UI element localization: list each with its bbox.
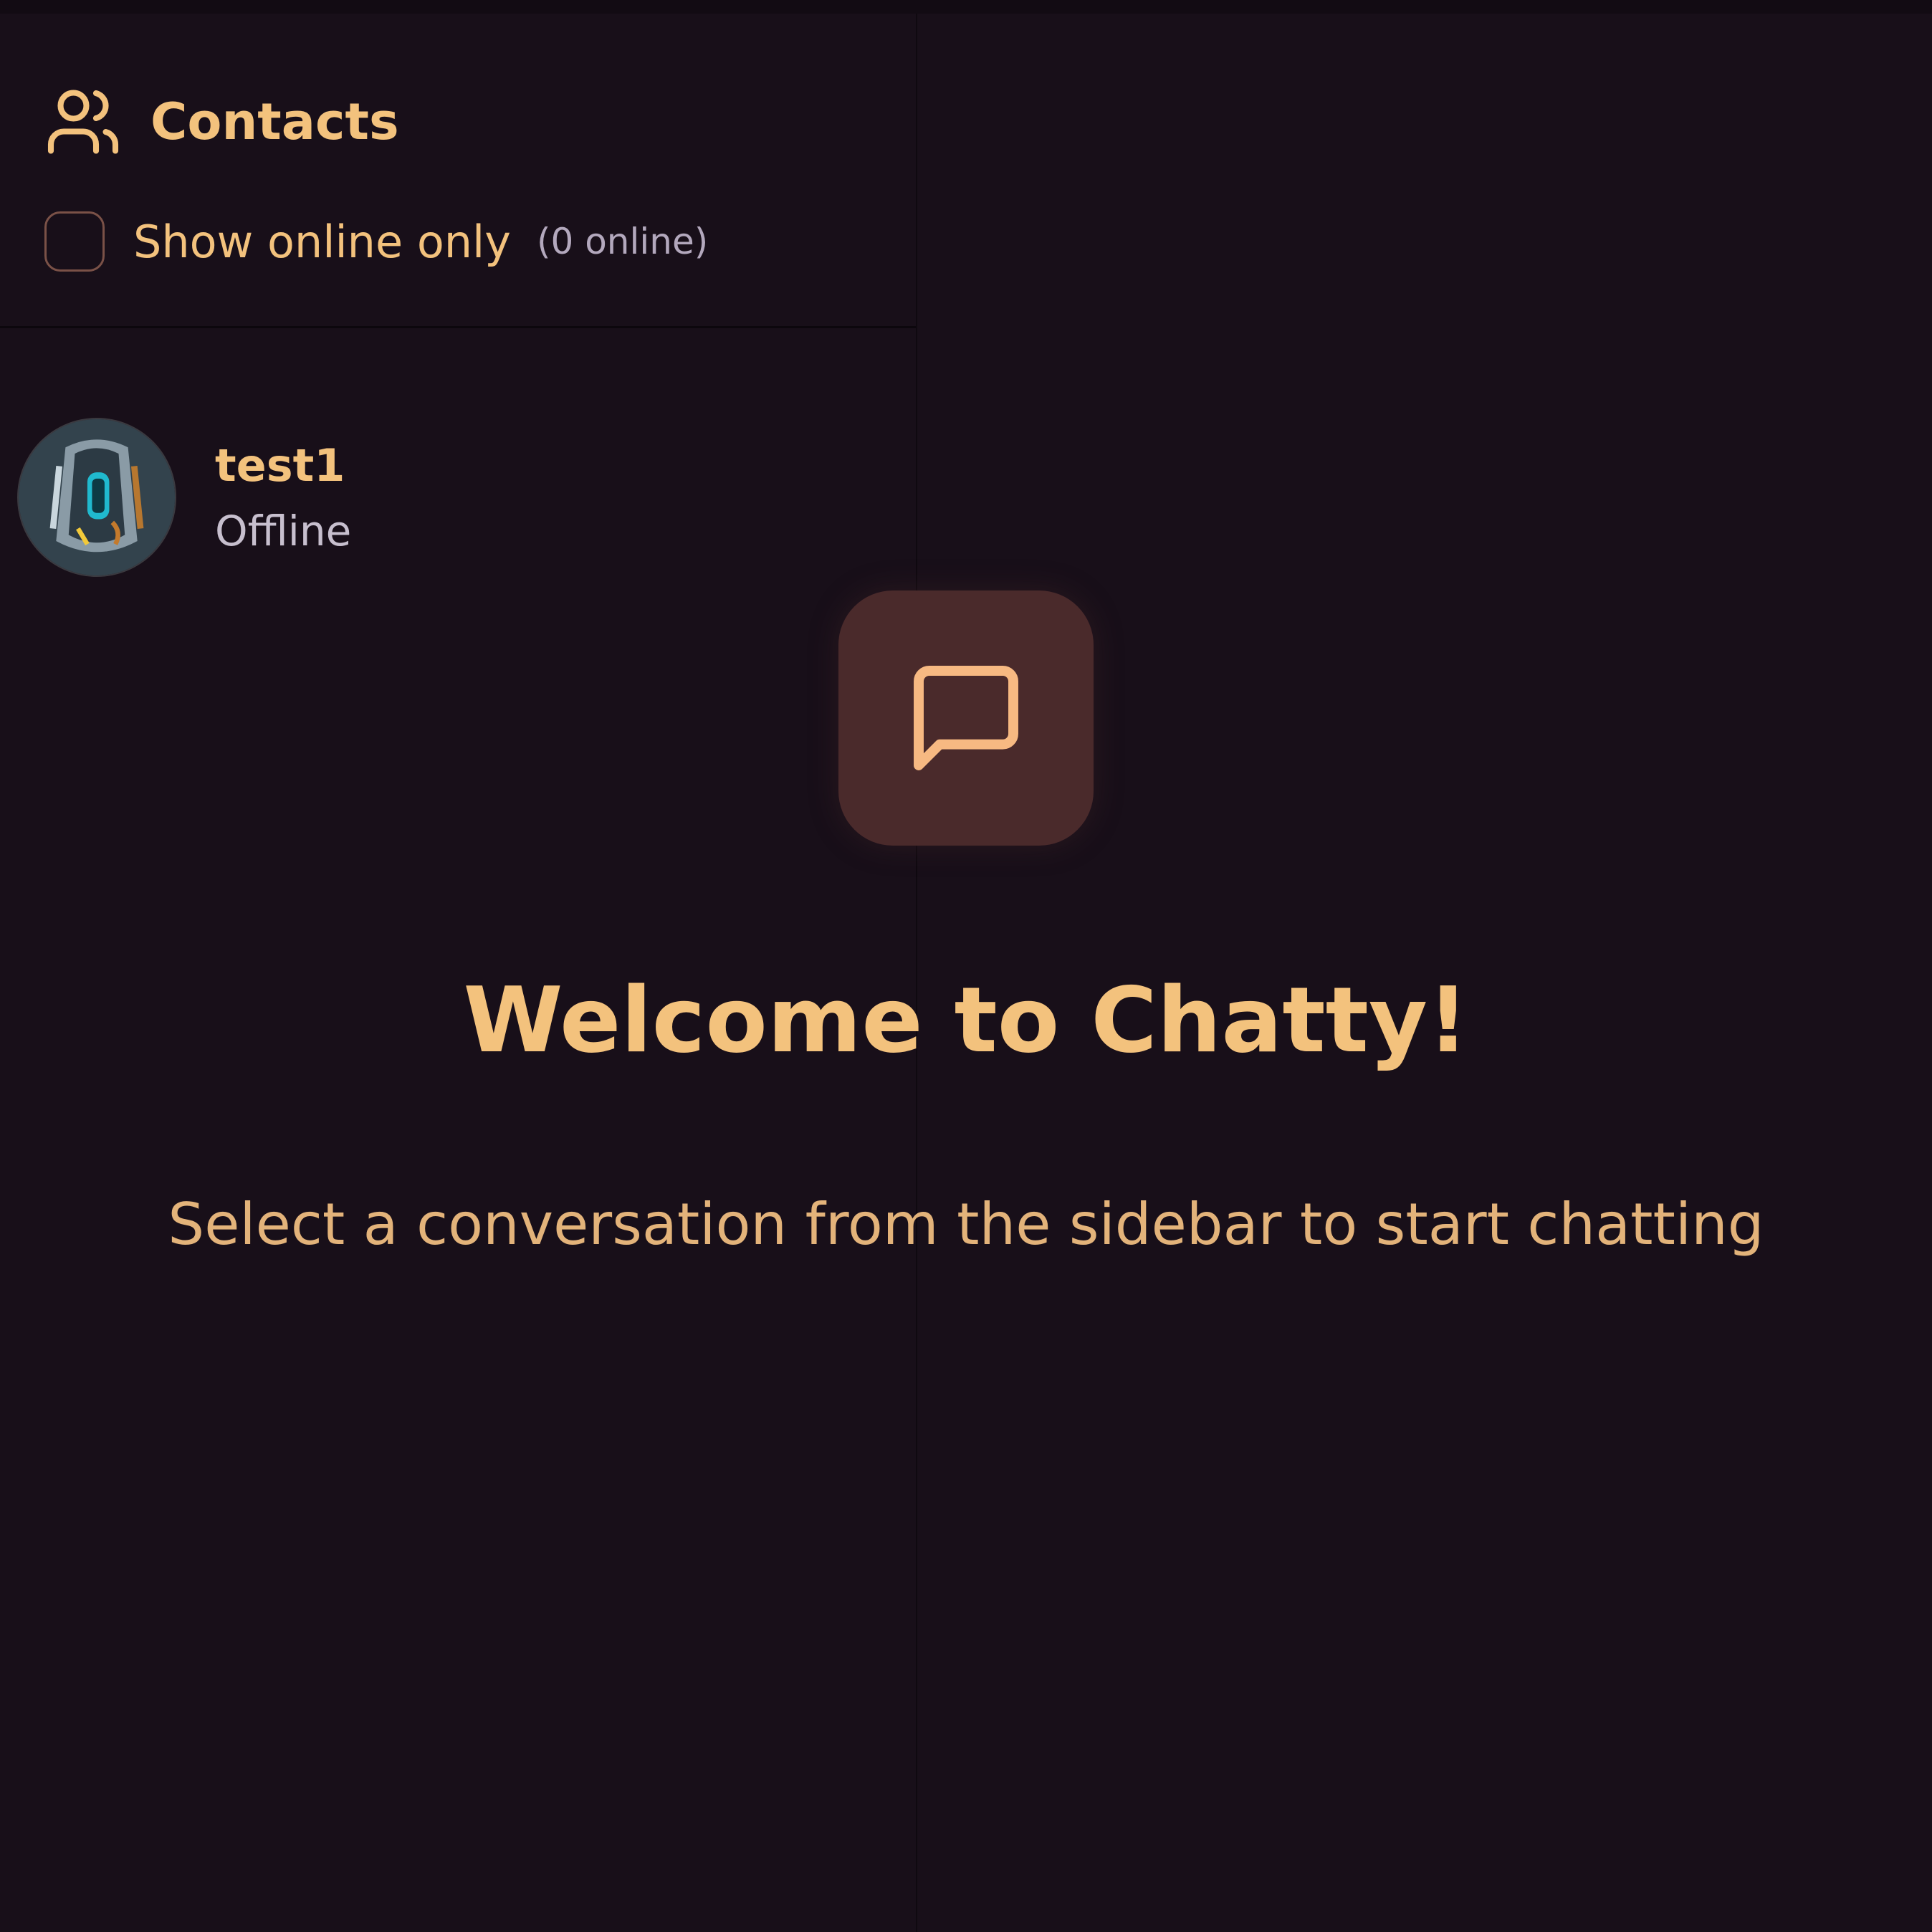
contacts-title-row: Contacts (44, 82, 399, 161)
online-filter: Show online only (0 online) (44, 209, 708, 274)
show-online-checkbox[interactable] (44, 211, 105, 272)
users-icon (47, 90, 119, 154)
contact-name: test1 (215, 439, 345, 492)
chat-app: Contacts Show online only (0 online) tes… (0, 0, 1932, 1932)
welcome-title: Welcome to Chatty! (463, 967, 1469, 1073)
avatar (19, 419, 175, 575)
online-count: (0 online) (536, 221, 709, 262)
show-online-label[interactable]: Show online only (133, 216, 511, 268)
welcome-subtitle: Select a conversation from the sidebar t… (168, 1191, 1764, 1258)
message-square-icon (914, 666, 1018, 770)
sidebar-header: Contacts Show online only (0 online) (0, 14, 916, 328)
contacts-title: Contacts (150, 92, 399, 151)
contact-status: Offline (215, 507, 352, 555)
chat-icon-box (838, 590, 1094, 846)
avatar-image (19, 419, 175, 575)
top-bar (0, 0, 1932, 14)
contact-item[interactable]: test1 Offline (0, 401, 916, 580)
